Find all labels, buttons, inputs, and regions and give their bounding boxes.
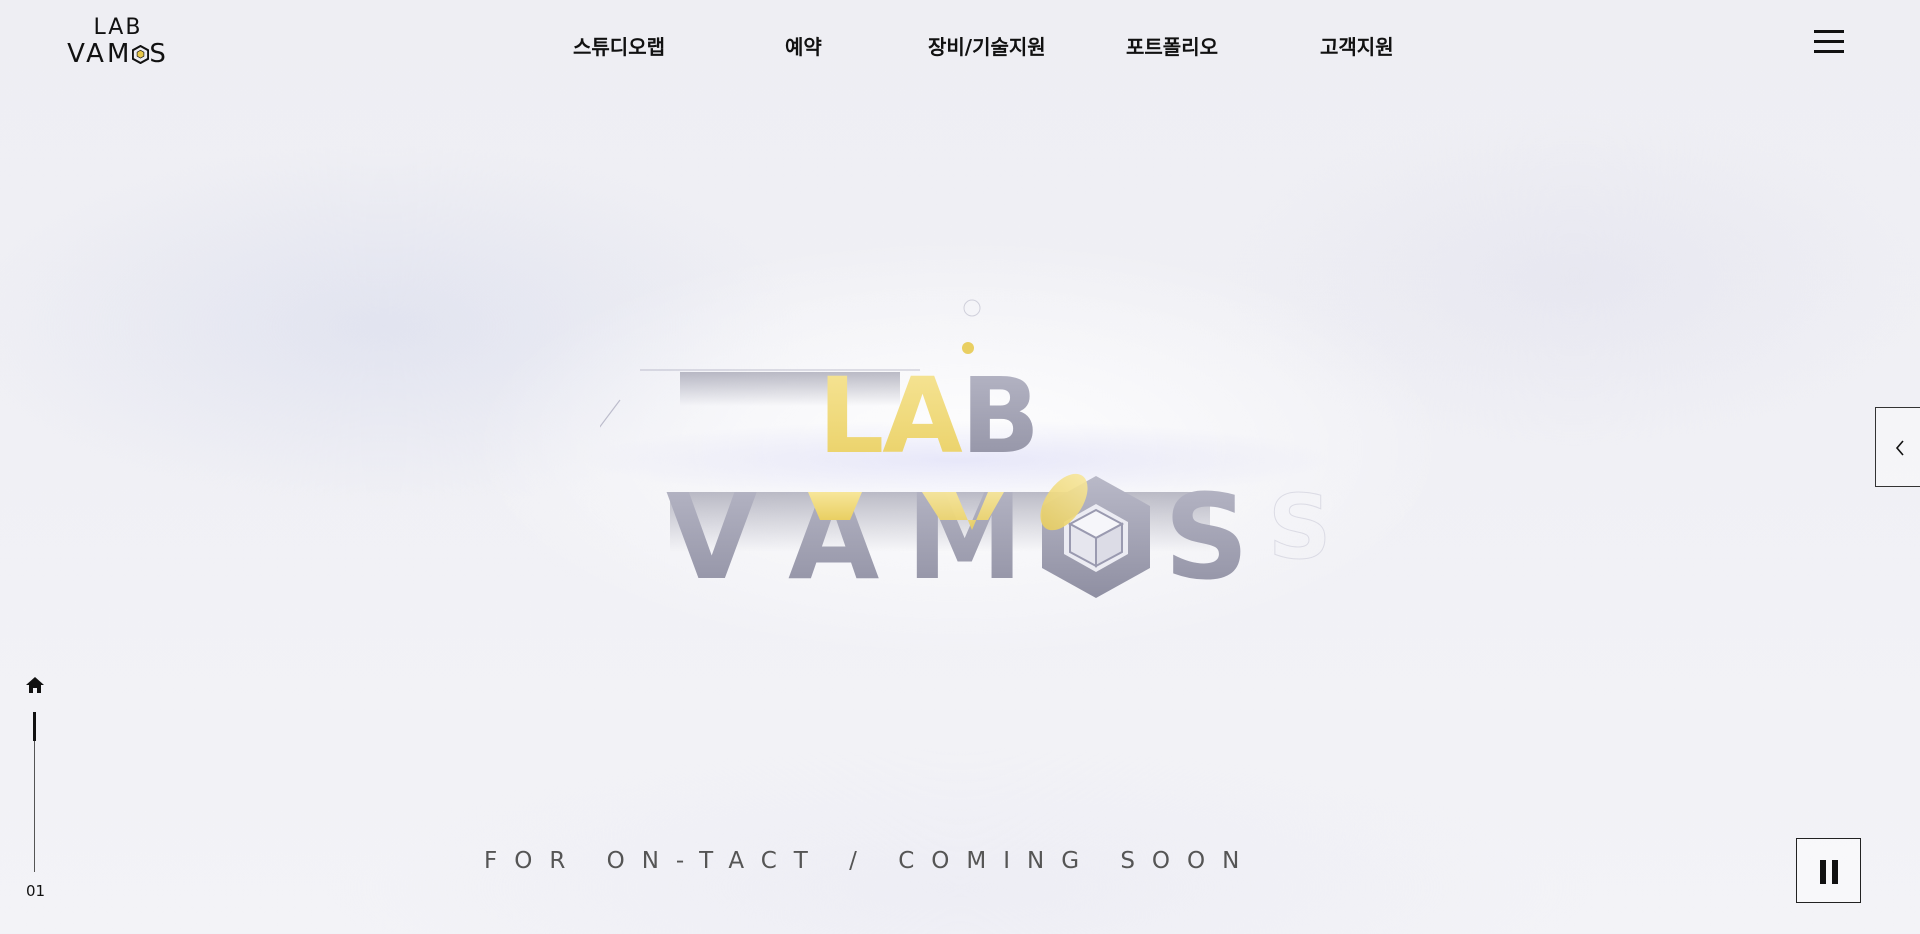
hamburger-menu-icon[interactable] [1814, 28, 1844, 54]
hero-letter-a2: A [788, 468, 879, 606]
pause-icon [1832, 860, 1838, 884]
hero-a-dot [962, 342, 974, 354]
nav-item-portfolio[interactable]: 포트폴리오 [1126, 31, 1218, 60]
hero-letter-s: S [1164, 468, 1249, 606]
hero-letter-v: V [666, 468, 757, 606]
nav-item-studio-lab[interactable]: 스튜디오랩 [573, 31, 665, 60]
hamburger-line [1814, 30, 1844, 33]
pause-button[interactable] [1796, 838, 1861, 903]
home-icon[interactable] [25, 675, 45, 695]
hero-letter-a: A [882, 355, 962, 477]
chevron-left-icon [1895, 440, 1904, 456]
hero-letter-b: B [961, 355, 1038, 477]
nav-item-equipment-support[interactable]: 장비/기술지원 [928, 31, 1046, 60]
hero-letter-l: L [818, 355, 882, 477]
hero-logo-art: S LAB V A M S [600, 299, 1332, 606]
hero-title-line-1: LAB [818, 355, 1038, 477]
side-panel-toggle-button[interactable] [1875, 407, 1920, 487]
hamburger-line [1814, 40, 1844, 43]
hamburger-line [1814, 50, 1844, 53]
slide-progress-fill [33, 712, 36, 741]
pause-icon [1820, 860, 1826, 884]
hero-deco-circle [963, 299, 981, 317]
hero-tagline: FOR ON-TACT / COMING SOON [484, 848, 1257, 874]
slide-number: 01 [26, 882, 46, 900]
main-nav: 스튜디오랩 예약 장비/기술지원 포트폴리오 고객지원 [0, 31, 1920, 61]
hero-ghost-letter: S [1268, 476, 1331, 579]
hero-hexagon-icon [1040, 473, 1150, 598]
slide-progress-track [33, 712, 36, 872]
nav-item-reservation[interactable]: 예약 [785, 31, 822, 60]
hero-deco-line [600, 399, 621, 428]
nav-item-customer-support[interactable]: 고객지원 [1320, 31, 1394, 60]
hero-letter-m: M [906, 468, 1023, 606]
